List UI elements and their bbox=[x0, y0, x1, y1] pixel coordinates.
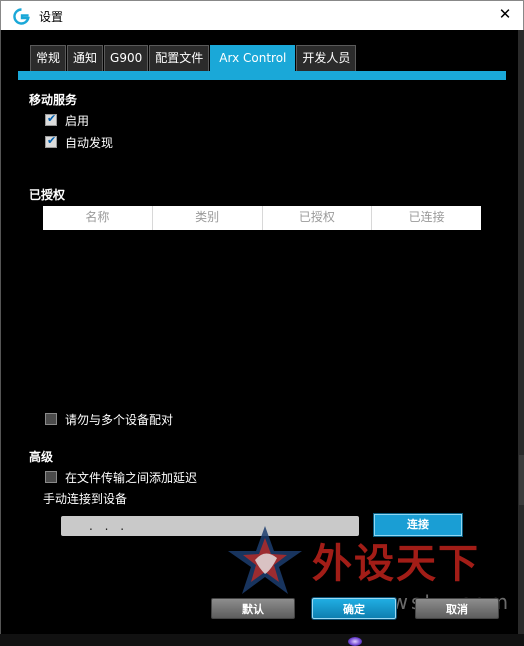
enable-label: 启用 bbox=[65, 113, 90, 128]
column-header-name[interactable]: 名称 bbox=[43, 206, 153, 230]
enable-checkbox-row[interactable]: 启用 bbox=[45, 112, 89, 128]
auto-discover-label: 自动发现 bbox=[65, 135, 114, 150]
auto-discover-checkbox-row[interactable]: 自动发现 bbox=[45, 134, 113, 150]
add-delay-checkbox[interactable] bbox=[45, 471, 57, 483]
no-multi-pair-checkbox[interactable] bbox=[45, 413, 57, 425]
watermark-star-logo-icon bbox=[228, 526, 302, 594]
ok-button[interactable]: 确定 bbox=[312, 598, 396, 619]
add-delay-label: 在文件传输之间添加延迟 bbox=[65, 470, 198, 485]
mobile-service-heading: 移动服务 bbox=[29, 93, 78, 107]
advanced-heading: 高级 bbox=[29, 450, 54, 464]
background-strip bbox=[0, 634, 524, 646]
default-button[interactable]: 默认 bbox=[211, 598, 295, 619]
close-icon[interactable]: ✕ bbox=[497, 6, 513, 22]
column-header-category[interactable]: 类别 bbox=[153, 206, 263, 230]
tab-developer[interactable]: 开发人员 bbox=[296, 45, 357, 71]
scroll-knob[interactable] bbox=[519, 455, 524, 505]
tab-bar: 常规 通知 G900 配置文件 Arx Control 开发人员 bbox=[30, 45, 357, 72]
tab-g900[interactable]: G900 bbox=[104, 45, 149, 71]
title-bar: 设置 ✕ bbox=[0, 0, 524, 30]
watermark-text: 外设天下 bbox=[312, 540, 480, 587]
manual-connect-label: 手动连接到设备 bbox=[43, 492, 128, 506]
no-multi-pair-checkbox-row[interactable]: 请勿与多个设备配对 bbox=[45, 411, 173, 427]
tab-arx-control[interactable]: Arx Control bbox=[210, 45, 296, 72]
column-header-connected[interactable]: 已连接 bbox=[372, 206, 481, 230]
enable-checkbox[interactable] bbox=[45, 112, 57, 126]
no-multi-pair-label: 请勿与多个设备配对 bbox=[65, 412, 174, 427]
led-glow bbox=[348, 637, 362, 646]
authorized-devices-table: 名称 类别 已授权 已连接 bbox=[43, 206, 481, 230]
tab-notifications[interactable]: 通知 bbox=[67, 45, 104, 71]
auto-discover-checkbox[interactable] bbox=[45, 134, 57, 148]
cancel-button[interactable]: 取消 bbox=[415, 598, 499, 619]
add-delay-checkbox-row[interactable]: 在文件传输之间添加延迟 bbox=[45, 469, 197, 485]
authorized-heading: 已授权 bbox=[29, 188, 66, 202]
tab-accent-bar bbox=[18, 71, 506, 80]
tab-general[interactable]: 常规 bbox=[30, 45, 67, 71]
window-edge bbox=[518, 30, 524, 646]
tab-profiles[interactable]: 配置文件 bbox=[149, 45, 210, 71]
window-title: 设置 bbox=[39, 10, 64, 24]
logitech-g-logo-icon bbox=[13, 8, 30, 25]
column-header-authorized[interactable]: 已授权 bbox=[263, 206, 373, 230]
